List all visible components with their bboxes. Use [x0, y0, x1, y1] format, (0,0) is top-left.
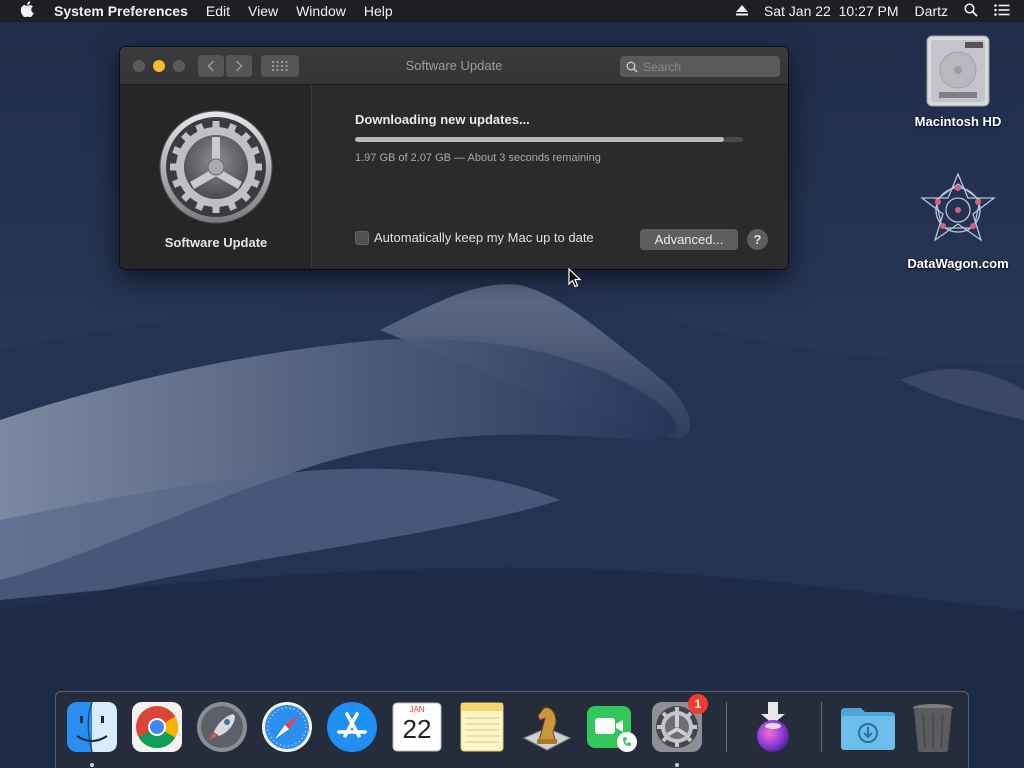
hard-drive-icon	[921, 32, 995, 108]
search-icon	[626, 61, 638, 73]
window-content: Software Update Downloading new updates.…	[120, 85, 788, 269]
dock-installer[interactable]	[746, 700, 800, 754]
compass-icon	[262, 702, 312, 752]
desktop-icon-label: Macintosh HD	[914, 114, 1002, 129]
search-input[interactable]	[643, 59, 763, 74]
eject-icon[interactable]	[728, 3, 756, 19]
preference-pane-sidebar: Software Update	[120, 85, 312, 269]
desktop-icon-datawagon[interactable]: DataWagon.com	[903, 170, 1013, 271]
mouse-cursor-icon	[568, 267, 582, 293]
menu-window[interactable]: Window	[287, 3, 355, 19]
running-indicator	[90, 763, 94, 767]
desktop-icon-label: DataWagon.com	[907, 256, 1009, 271]
calendar-day: 22	[402, 714, 432, 744]
trash-icon	[913, 704, 953, 752]
dock-app-store[interactable]	[325, 700, 379, 754]
facetime-icon	[587, 706, 637, 752]
finder-icon	[67, 701, 117, 753]
dock-safari[interactable]	[260, 700, 314, 754]
installer-icon	[757, 702, 789, 752]
dock-separator	[821, 702, 822, 752]
dock-downloads[interactable]	[839, 700, 895, 754]
download-progress-text: 1.97 GB of 2.07 GB — About 3 seconds rem…	[355, 152, 601, 164]
menu-view[interactable]: View	[239, 3, 287, 19]
progress-bar-fill	[355, 137, 724, 142]
dock-trash[interactable]	[906, 700, 960, 754]
dock-separator	[726, 702, 727, 752]
dock-system-preferences[interactable]: 1	[650, 694, 708, 754]
update-status-title: Downloading new updates...	[355, 112, 530, 127]
dock-facetime[interactable]	[585, 700, 639, 754]
dock-calendar[interactable]: JAN 22	[390, 700, 444, 754]
geometric-star-icon	[918, 170, 998, 250]
software-update-gear-icon	[158, 109, 274, 230]
menu-help[interactable]: Help	[355, 3, 402, 19]
dock: JAN 22 1	[55, 691, 969, 768]
software-update-window: Software Update Search Software Update D…	[120, 47, 788, 269]
dock-finder[interactable]	[65, 700, 119, 754]
notes-icon	[460, 702, 504, 752]
dock-chrome[interactable]	[130, 700, 184, 754]
spotlight-search-icon[interactable]	[956, 2, 986, 20]
window-titlebar[interactable]: Software Update	[120, 47, 788, 85]
chess-knight-icon	[522, 707, 572, 751]
notification-badge: 1	[688, 694, 708, 714]
menu-bar: System Preferences Edit View Window Help…	[0, 0, 1024, 22]
calendar-month: JAN	[409, 705, 425, 714]
downloads-folder-icon	[841, 708, 895, 750]
desktop-icon-macintosh-hd[interactable]: Macintosh HD	[903, 32, 1013, 129]
notification-center-icon[interactable]	[986, 3, 1024, 19]
apple-icon[interactable]	[0, 1, 54, 21]
dock-notes[interactable]	[455, 700, 509, 754]
menu-app-name[interactable]: System Preferences	[54, 3, 197, 19]
menu-edit[interactable]: Edit	[197, 3, 239, 19]
menu-user[interactable]: Dartz	[907, 3, 956, 19]
download-progress-bar	[355, 137, 743, 142]
auto-update-option[interactable]: Automatically keep my Mac up to date	[355, 230, 594, 245]
app-store-icon	[327, 702, 377, 752]
dock-chess[interactable]	[520, 700, 574, 754]
auto-update-label[interactable]: Automatically keep my Mac up to date	[374, 230, 594, 245]
advanced-button[interactable]: Advanced...	[640, 229, 738, 250]
dock-launchpad[interactable]	[195, 700, 249, 754]
auto-update-checkbox[interactable]	[355, 230, 369, 245]
sidebar-label: Software Update	[164, 235, 268, 250]
menu-clock[interactable]: Sat Jan 22 10:27 PM	[756, 3, 907, 19]
running-indicator	[675, 763, 679, 767]
help-button[interactable]: ?	[747, 229, 768, 250]
rocket-icon	[197, 702, 247, 752]
chrome-icon	[132, 702, 182, 752]
update-status-panel: Downloading new updates... 1.97 GB of 2.…	[313, 85, 788, 269]
search-field[interactable]	[620, 56, 780, 77]
